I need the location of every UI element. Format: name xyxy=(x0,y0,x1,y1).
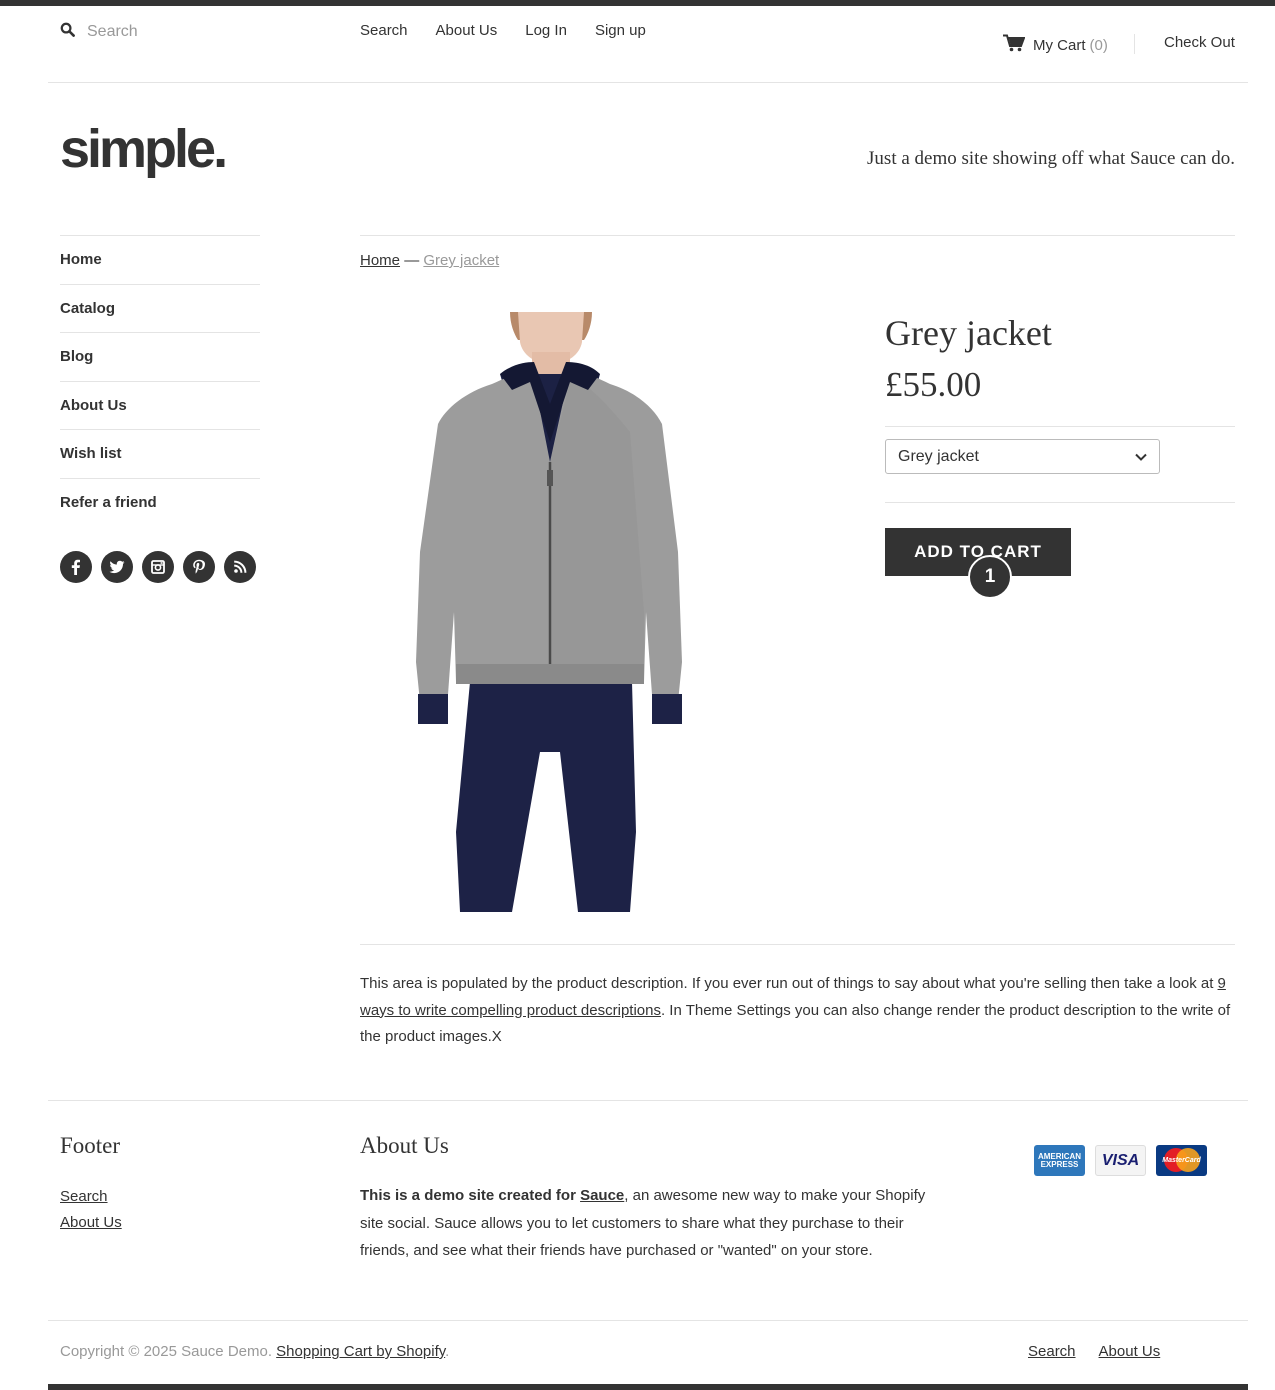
cart-divider xyxy=(1134,34,1135,54)
copyright: Copyright © 2025 Sauce Demo. Shopping Ca… xyxy=(60,1343,449,1360)
search-input[interactable] xyxy=(87,23,287,41)
description-text-before: This area is populated by the product de… xyxy=(360,975,1218,992)
sidebar-item-catalog: Catalog xyxy=(60,283,260,333)
chevron-down-icon xyxy=(1135,448,1147,466)
price-divider xyxy=(885,426,1235,427)
sidebar-link-wish-list[interactable]: Wish list xyxy=(60,445,122,462)
product-description: This area is populated by the product de… xyxy=(360,971,1240,1051)
about-bold: This is a demo site created for Sauce xyxy=(360,1187,624,1204)
site-logo[interactable]: simple. xyxy=(60,118,228,180)
sidebar-link-catalog[interactable]: Catalog xyxy=(60,300,115,317)
footer-divider xyxy=(48,1100,1248,1101)
top-strip xyxy=(0,0,1275,6)
sidebar-item-home: Home xyxy=(60,235,260,284)
step-marker: 1 xyxy=(968,555,1012,599)
sidebar-item-wish-list: Wish list xyxy=(60,429,260,478)
instagram-icon[interactable] xyxy=(142,551,174,583)
site-tagline: Just a demo site showing off what Sauce … xyxy=(867,148,1235,169)
product-title: Grey jacket xyxy=(885,313,1052,353)
copyright-end: . xyxy=(445,1343,450,1360)
visa-card-icon: VISA xyxy=(1095,1145,1146,1176)
search-icon xyxy=(60,22,75,42)
mastercard-text: MasterCard xyxy=(1162,1157,1201,1164)
about-bold-prefix: This is a demo site created for xyxy=(360,1187,581,1204)
breadcrumb-home[interactable]: Home xyxy=(360,252,400,269)
sidebar-nav: Home Catalog Blog About Us Wish list Ref… xyxy=(60,235,260,526)
bottom-divider xyxy=(48,1320,1248,1321)
footer-link-about-us[interactable]: About Us xyxy=(60,1210,122,1236)
check-out-link[interactable]: Check Out xyxy=(1164,34,1235,51)
sidebar-item-refer-a-friend: Refer a friend xyxy=(60,477,260,527)
footer-about-text: This is a demo site created for Sauce, a… xyxy=(360,1182,940,1265)
pinterest-icon[interactable] xyxy=(183,551,215,583)
mastercard-icon: MasterCard xyxy=(1156,1145,1207,1176)
cart-count: (0) xyxy=(1089,36,1108,54)
footer-link-search[interactable]: Search xyxy=(60,1184,122,1210)
breadcrumb-current[interactable]: Grey jacket xyxy=(423,252,499,269)
sidebar-item-about-us: About Us xyxy=(60,380,260,430)
product-image[interactable] xyxy=(400,312,700,912)
top-nav: Search About Us Log In Sign up xyxy=(360,22,646,39)
amex-card-icon: AMERICAN EXPRESS xyxy=(1034,1145,1085,1176)
cart-label: My Cart xyxy=(1033,36,1086,54)
top-nav-about-us[interactable]: About Us xyxy=(436,22,498,39)
breadcrumb: Home — Grey jacket xyxy=(360,252,499,269)
sidebar-link-about-us[interactable]: About Us xyxy=(60,397,127,414)
sidebar-link-blog[interactable]: Blog xyxy=(60,348,93,365)
product-price: £55.00 xyxy=(885,365,982,404)
shopify-link[interactable]: Shopping Cart by Shopify xyxy=(276,1343,445,1360)
bottom-strip xyxy=(48,1384,1248,1390)
cart-icon xyxy=(1003,34,1033,56)
footer-heading: Footer xyxy=(60,1133,121,1158)
copyright-text: Copyright © 2025 Sauce Demo. xyxy=(60,1343,277,1360)
main-top-divider xyxy=(360,235,1235,236)
header-divider xyxy=(48,82,1248,83)
rss-icon[interactable] xyxy=(224,551,256,583)
breadcrumb-separator: — xyxy=(404,252,420,269)
bottom-link-search[interactable]: Search xyxy=(1028,1343,1076,1360)
variant-divider xyxy=(885,502,1235,503)
top-nav-sign-up[interactable]: Sign up xyxy=(595,22,646,39)
facebook-icon[interactable] xyxy=(60,551,92,583)
twitter-icon[interactable] xyxy=(101,551,133,583)
footer-links: Search About Us xyxy=(60,1184,122,1236)
top-nav-search[interactable]: Search xyxy=(360,22,408,39)
top-nav-log-in[interactable]: Log In xyxy=(525,22,567,39)
description-divider xyxy=(360,944,1235,945)
social-links xyxy=(60,551,256,583)
bottom-links: Search About Us xyxy=(1028,1343,1160,1360)
variant-select-value: Grey jacket xyxy=(898,447,979,465)
sidebar-link-home[interactable]: Home xyxy=(60,251,102,268)
variant-select[interactable]: Grey jacket xyxy=(885,439,1160,474)
my-cart-link[interactable]: My Cart (0) xyxy=(1003,34,1108,56)
sauce-link[interactable]: Sauce xyxy=(580,1187,624,1204)
search-box[interactable] xyxy=(60,20,320,44)
sidebar-item-blog: Blog xyxy=(60,332,260,381)
payment-cards: AMERICAN EXPRESS VISA MasterCard xyxy=(1034,1145,1207,1176)
sidebar-link-refer-a-friend[interactable]: Refer a friend xyxy=(60,494,157,511)
footer-about-heading: About Us xyxy=(360,1133,449,1158)
bottom-link-about-us[interactable]: About Us xyxy=(1099,1343,1161,1360)
